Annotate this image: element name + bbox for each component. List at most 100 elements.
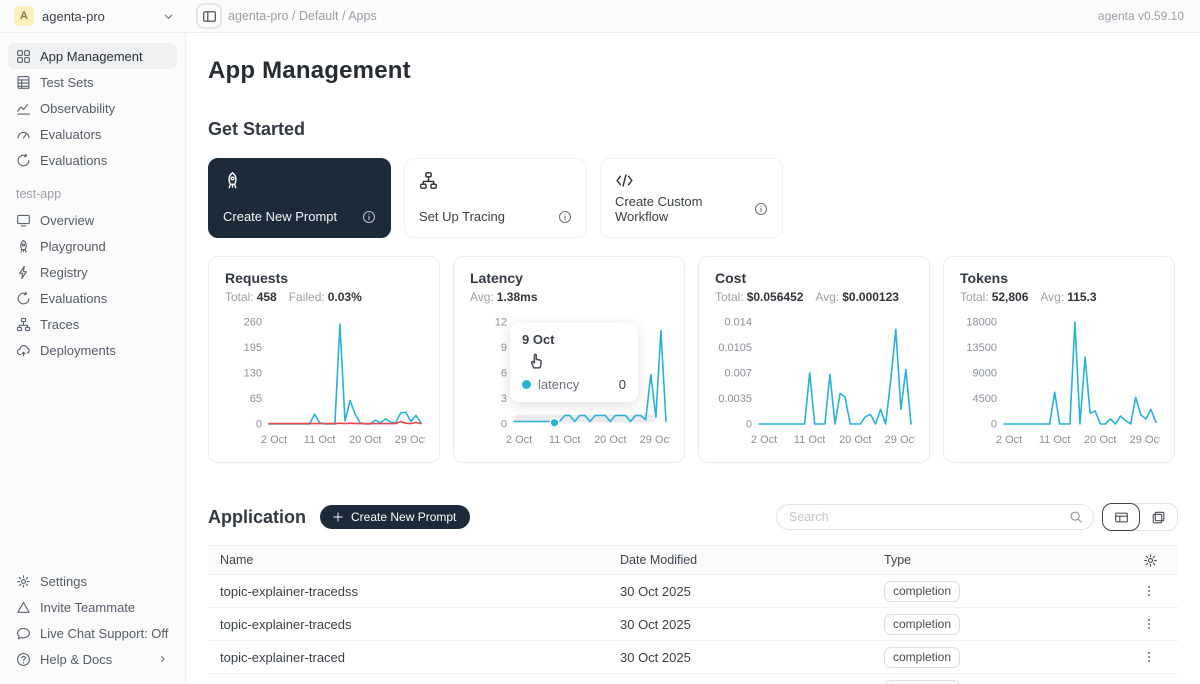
sidebar-toggle-icon <box>202 9 217 24</box>
kebab-menu-icon[interactable] <box>1142 650 1156 664</box>
search-box[interactable] <box>776 504 1094 530</box>
rocket-icon <box>223 171 376 190</box>
get-started-card-create-custom-workflow[interactable]: Create Custom Workflow <box>600 158 783 238</box>
card-label: Set Up Tracing <box>419 209 505 224</box>
table-view-button[interactable] <box>1102 503 1140 531</box>
svg-text:12: 12 <box>495 317 507 329</box>
sidebar-item-evaluators[interactable]: Evaluators <box>8 121 177 147</box>
sidebar-item-deployments[interactable]: Deployments <box>8 337 177 363</box>
sidebar-item-evaluations[interactable]: Evaluations <box>8 285 177 311</box>
chat-icon <box>16 626 31 641</box>
stat-label: Total: <box>715 290 744 304</box>
svg-text:0: 0 <box>256 419 262 431</box>
info-icon[interactable] <box>754 202 768 216</box>
svg-text:0.014: 0.014 <box>724 317 752 329</box>
sidebar-item-playground[interactable]: Playground <box>8 233 177 259</box>
sidebar-item-test-sets[interactable]: Test Sets <box>8 69 177 95</box>
sidebar-item-invite-teammate[interactable]: Invite Teammate <box>8 594 177 620</box>
chart-stats: Avg:1.38ms <box>470 290 668 304</box>
branch-icon <box>419 171 572 190</box>
chart-canvas-tokens[interactable]: 04500900013500180002 Oct11 Oct20 Oct29 O… <box>960 312 1160 452</box>
view-toggle <box>1102 503 1178 531</box>
search-input[interactable] <box>789 510 1069 524</box>
svg-text:29 Oct: 29 Oct <box>395 434 425 446</box>
kebab-menu-icon[interactable] <box>1142 584 1156 598</box>
chart-tooltip: 9 Octlatency0 <box>510 323 638 402</box>
grid-icon <box>16 49 31 64</box>
svg-text:11 Oct: 11 Oct <box>304 434 336 446</box>
kebab-menu-icon[interactable] <box>1142 617 1156 631</box>
column-header-date-modified[interactable]: Date Modified <box>608 553 872 567</box>
sidebar-item-help-docs[interactable]: Help & Docs <box>8 646 177 672</box>
svg-text:18000: 18000 <box>966 317 997 329</box>
table-row-topic-explainer-traceds[interactable]: topic-explainer-traceds30 Oct 2025comple… <box>208 608 1178 641</box>
search-icon <box>1069 510 1083 524</box>
sidebar-item-label: Help & Docs <box>40 652 112 667</box>
get-started-title: Get Started <box>208 119 1178 140</box>
sidebar-toggle-button[interactable] <box>196 3 222 29</box>
sidebar-item-label: Overview <box>40 213 94 228</box>
column-header-type[interactable]: Type <box>872 553 1078 567</box>
table-row-topic-explainer-tracedss[interactable]: topic-explainer-tracedss30 Oct 2025compl… <box>208 575 1178 608</box>
get-started-card-create-new-prompt[interactable]: Create New Prompt <box>208 158 391 238</box>
chevron-down-icon <box>161 9 176 24</box>
table-settings-gear-icon[interactable] <box>1143 553 1158 568</box>
svg-text:4500: 4500 <box>973 393 997 405</box>
info-icon[interactable] <box>558 210 572 224</box>
code-icon <box>615 171 768 190</box>
linechart-icon <box>16 101 31 116</box>
sidebar-item-label: Settings <box>40 574 87 589</box>
chart-card-tokens: TokensTotal:52,806Avg:115.30450090001350… <box>943 256 1175 463</box>
svg-text:20 Oct: 20 Oct <box>1084 434 1116 446</box>
card-view-button[interactable] <box>1139 504 1177 530</box>
refresh-icon <box>16 153 31 168</box>
cloud-icon <box>16 343 31 358</box>
chart-card-cost: CostTotal:$0.056452Avg:$0.00012300.00350… <box>698 256 930 463</box>
chart-canvas-cost[interactable]: 00.00350.0070.01050.0142 Oct11 Oct20 Oct… <box>715 312 915 452</box>
card-label: Create New Prompt <box>223 209 337 224</box>
table-row-career-assessment[interactable]: career-assessment27 Oct 2025completion <box>208 674 1178 684</box>
sidebar-item-overview[interactable]: Overview <box>8 207 177 233</box>
svg-text:195: 195 <box>244 342 262 354</box>
sidebar-item-observability[interactable]: Observability <box>8 95 177 121</box>
stat-value: 458 <box>257 290 277 304</box>
table-header: Name Date Modified Type <box>208 545 1178 575</box>
type-badge: completion <box>884 680 960 684</box>
sidebar-section-label: test-app <box>16 187 169 201</box>
svg-text:130: 130 <box>244 368 262 380</box>
sidebar-item-app-management[interactable]: App Management <box>8 43 177 69</box>
svg-text:20 Oct: 20 Oct <box>839 434 871 446</box>
svg-text:11 Oct: 11 Oct <box>549 434 581 446</box>
svg-text:20 Oct: 20 Oct <box>349 434 381 446</box>
sidebar-item-evaluations[interactable]: Evaluations <box>8 147 177 173</box>
sidebar-item-label: Traces <box>40 317 79 332</box>
sidebar-item-label: Registry <box>40 265 88 280</box>
svg-text:11 Oct: 11 Oct <box>1039 434 1071 446</box>
svg-text:260: 260 <box>244 317 262 329</box>
sidebar-item-live-chat-support-off[interactable]: Live Chat Support: Off <box>8 620 177 646</box>
card-label: Create Custom Workflow <box>615 194 754 224</box>
workspace-switcher[interactable]: A agenta-pro <box>0 6 186 26</box>
sidebar-item-settings[interactable]: Settings <box>8 568 177 594</box>
table-row-topic-explainer-traced[interactable]: topic-explainer-traced30 Oct 2025complet… <box>208 641 1178 674</box>
monitor-icon <box>16 213 31 228</box>
svg-text:2 Oct: 2 Oct <box>261 434 287 446</box>
svg-text:2 Oct: 2 Oct <box>506 434 532 446</box>
card-view-icon <box>1151 510 1166 525</box>
info-icon[interactable] <box>362 210 376 224</box>
sidebar-item-traces[interactable]: Traces <box>8 311 177 337</box>
sidebar-item-label: Test Sets <box>40 75 93 90</box>
svg-text:29 Oct: 29 Oct <box>640 434 670 446</box>
plus-icon <box>332 511 344 523</box>
svg-text:9: 9 <box>501 342 507 354</box>
application-title: Application <box>208 507 306 528</box>
sidebar-item-registry[interactable]: Registry <box>8 259 177 285</box>
get-started-card-set-up-tracing[interactable]: Set Up Tracing <box>404 158 587 238</box>
chart-canvas-requests[interactable]: 0651301952602 Oct11 Oct20 Oct29 Oct <box>225 312 425 452</box>
column-header-name[interactable]: Name <box>208 553 608 567</box>
create-new-prompt-button[interactable]: Create New Prompt <box>320 505 470 529</box>
apps-table: Name Date Modified Type topic-explainer-… <box>208 545 1178 684</box>
legend-dot <box>522 380 531 389</box>
cell-date-modified: 30 Oct 2025 <box>608 617 872 632</box>
stat-value: $0.056452 <box>747 290 804 304</box>
